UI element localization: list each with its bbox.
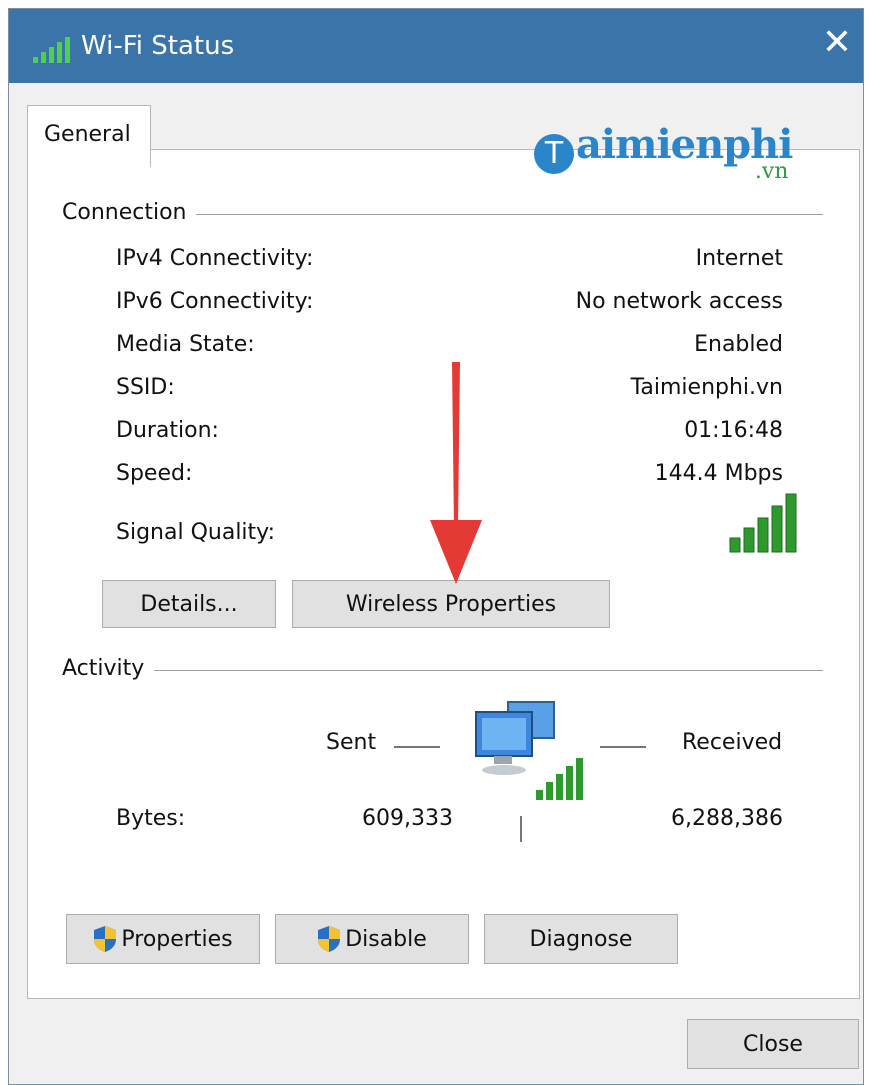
disable-button-label: Disable xyxy=(345,926,427,952)
speed-label: Speed: xyxy=(116,461,193,486)
received-connector xyxy=(600,746,646,748)
ipv6-label: IPv6 Connectivity: xyxy=(116,289,314,314)
window-title: Wi-Fi Status xyxy=(81,31,235,61)
activity-heading: Activity xyxy=(62,656,155,681)
details-button[interactable]: Details... xyxy=(102,580,276,628)
tab-general[interactable]: General xyxy=(27,105,151,167)
ssid-value: Taimienphi.vn xyxy=(630,375,783,400)
wifi-status-window: Wi-Fi Status ✕ General Taimienphi .vn Co… xyxy=(8,8,864,1085)
wireless-properties-label: Wireless Properties xyxy=(345,591,557,617)
network-computers-icon xyxy=(475,701,583,800)
uac-shield-icon xyxy=(318,926,341,952)
received-label: Received xyxy=(682,730,783,755)
activity-divider xyxy=(68,670,823,671)
duration-value: 01:16:48 xyxy=(684,418,783,443)
properties-button[interactable]: Properties xyxy=(66,914,260,964)
media-state-label: Media State: xyxy=(116,332,255,357)
diagnose-button[interactable]: Diagnose xyxy=(484,914,678,964)
details-button-label: Details... xyxy=(140,591,238,617)
uac-shield-icon xyxy=(94,926,117,952)
wireless-properties-button[interactable]: Wireless Properties xyxy=(292,580,610,628)
sent-connector xyxy=(394,746,440,748)
bytes-sent-value: 609,333 xyxy=(362,806,453,831)
speed-value: 144.4 Mbps xyxy=(654,461,783,486)
signal-quality-label: Signal Quality: xyxy=(116,520,275,545)
watermark-suffix: .vn xyxy=(754,159,789,184)
media-state-value: Enabled xyxy=(694,332,783,357)
duration-label: Duration: xyxy=(116,418,219,443)
general-panel: Connection IPv4 Connectivity: Internet I… xyxy=(27,149,860,999)
ipv4-label: IPv4 Connectivity: xyxy=(116,246,314,271)
tab-general-label: General xyxy=(44,122,131,147)
diagnose-button-label: Diagnose xyxy=(529,926,633,952)
red-arrow-annotation xyxy=(430,362,482,584)
signal-quality-icon xyxy=(729,493,797,553)
close-button[interactable]: Close xyxy=(687,1019,859,1069)
activity-tick xyxy=(520,816,522,842)
properties-button-label: Properties xyxy=(121,926,233,952)
wifi-signal-icon xyxy=(33,37,70,63)
sent-label: Sent xyxy=(326,730,377,755)
watermark-t: T xyxy=(534,133,574,174)
bytes-label: Bytes: xyxy=(116,806,186,831)
title-bar[interactable]: Wi-Fi Status ✕ xyxy=(9,9,863,83)
bytes-received-value: 6,288,386 xyxy=(671,806,783,831)
close-button-label: Close xyxy=(743,1031,803,1057)
ipv4-value: Internet xyxy=(695,246,783,271)
ssid-label: SSID: xyxy=(116,375,175,400)
watermark-logo: Taimienphi .vn xyxy=(534,121,793,184)
connection-heading: Connection xyxy=(62,200,197,225)
ipv6-value: No network access xyxy=(575,289,783,314)
disable-button[interactable]: Disable xyxy=(275,914,469,964)
close-icon[interactable]: ✕ xyxy=(817,23,857,63)
